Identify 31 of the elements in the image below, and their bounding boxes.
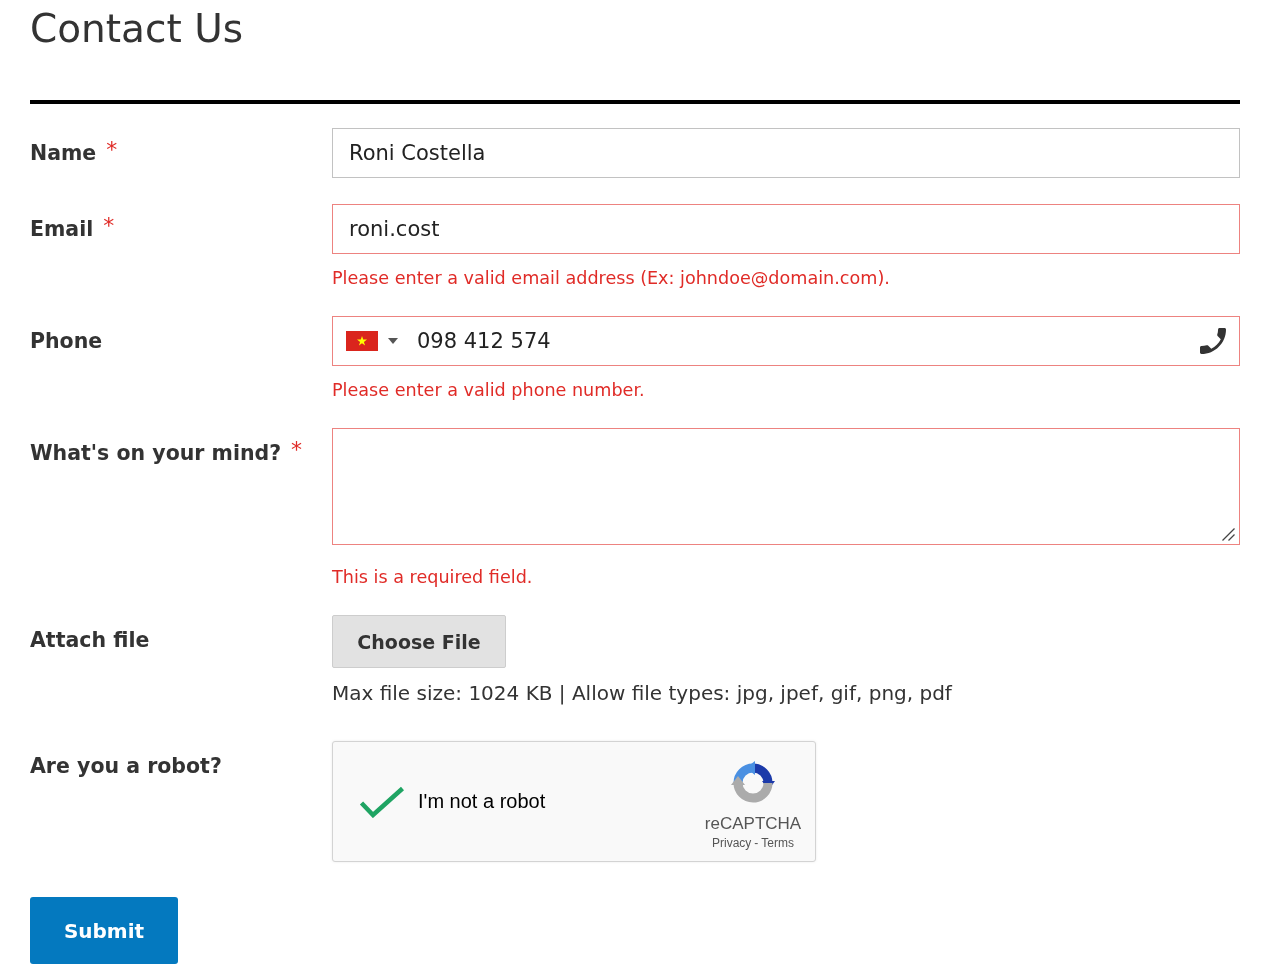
resize-grip-icon[interactable]: [1222, 528, 1235, 541]
captcha-link[interactable]: Privacy: [712, 835, 752, 851]
flag-icon: [346, 331, 378, 351]
field-label: Attach file: [30, 627, 150, 654]
required-asterisk: *: [106, 136, 118, 164]
required-asterisk: *: [291, 436, 303, 464]
link-separator: -: [754, 835, 759, 851]
error-message: Please enter a valid email address (Ex: johndoe@domain.com).: [332, 267, 891, 290]
caret-icon: [388, 338, 398, 344]
field-label: Email: [30, 216, 94, 243]
country-dropdown[interactable]: [346, 331, 398, 351]
page-title: Contact Us: [30, 5, 243, 53]
captcha-link[interactable]: Terms: [761, 835, 794, 851]
error-message: Please enter a valid phone number.: [332, 379, 646, 402]
field-label: Phone: [30, 328, 103, 355]
choose-file-button[interactable]: Choose File: [332, 615, 506, 668]
file-note: Max file size: 1024 KB | Allow file types: jpg, jpef, gif, png, pdf: [332, 681, 952, 705]
error-message: This is a required field.: [332, 566, 534, 589]
captcha-brand: reCAPTCHA: [704, 814, 802, 834]
field-label: Name: [30, 140, 97, 167]
checkmark-icon[interactable]: [359, 785, 405, 818]
field-label: Are you a robot?: [30, 753, 222, 780]
submit-button[interactable]: Submit: [30, 897, 178, 964]
text-field[interactable]: roni.cost: [332, 204, 1240, 254]
phone-icon: [1200, 328, 1226, 354]
textarea-field[interactable]: [332, 428, 1240, 545]
phone-field[interactable]: 098 412 574: [332, 316, 1240, 366]
captcha-label: I'm not a robot: [418, 790, 546, 813]
field-label: What's on your mind?: [30, 440, 282, 467]
text-field[interactable]: Roni Costella: [332, 128, 1240, 178]
required-asterisk: *: [103, 212, 115, 240]
